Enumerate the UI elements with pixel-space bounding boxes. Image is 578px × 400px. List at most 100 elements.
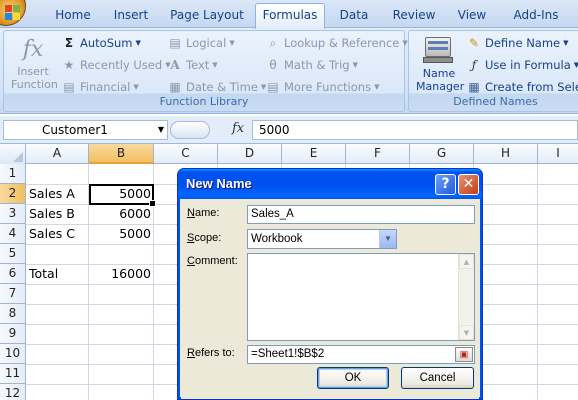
column-header-g[interactable]: G: [410, 144, 474, 164]
name-manager-button[interactable]: Name Manager: [413, 35, 465, 93]
calendar-icon: ▦: [169, 80, 181, 94]
comment-scrollbar[interactable]: ▲ ▼: [458, 254, 474, 340]
row-header-11[interactable]: 11: [0, 364, 26, 384]
comment-label: Comment:: [187, 255, 238, 267]
row-header-10[interactable]: 10: [0, 344, 26, 364]
cell-b3[interactable]: 6000: [89, 204, 151, 224]
lookup-icon: ⌕: [269, 36, 277, 50]
tab-page-layout[interactable]: Page Layout: [167, 6, 247, 28]
formula-buttons[interactable]: [170, 121, 210, 139]
use-in-formula-label: Use in Formula: [485, 58, 571, 72]
help-icon[interactable]: ?: [435, 174, 456, 195]
row-header-5[interactable]: 5: [0, 244, 26, 264]
row-header-4[interactable]: 4: [0, 224, 26, 244]
chevron-down-icon[interactable]: ▼: [379, 230, 396, 248]
office-button[interactable]: [0, 0, 26, 26]
formula-input[interactable]: 5000: [252, 120, 578, 140]
tab-review[interactable]: Review: [388, 6, 440, 28]
column-header-e[interactable]: E: [282, 144, 346, 164]
cell-a2[interactable]: Sales A: [29, 184, 75, 204]
select-all-button[interactable]: [0, 144, 26, 164]
row-header-3[interactable]: 3: [0, 204, 26, 224]
dropdown-arrow-icon: ▼: [573, 61, 578, 69]
cancel-button[interactable]: Cancel: [401, 367, 474, 389]
date-time-button[interactable]: ▦ Date & Time ▼: [168, 77, 266, 97]
define-name-label: Define Name: [485, 36, 561, 50]
refers-to-value: =Sheet1!$B$2: [251, 348, 325, 360]
define-name-button[interactable]: ✎ Define Name ▼: [467, 33, 569, 53]
logical-label: Logical: [186, 36, 227, 50]
scroll-down-icon[interactable]: ▼: [459, 325, 474, 340]
insert-function-icon[interactable]: fx: [232, 121, 244, 136]
active-cell-selection: [89, 184, 156, 207]
logical-button[interactable]: ▤ Logical ▼: [168, 33, 235, 53]
refers-to-input[interactable]: =Sheet1!$B$2 ▣: [247, 345, 475, 364]
financial-button[interactable]: ▤ Financial ▼: [62, 77, 138, 97]
defined-names-group: Name Manager ✎ Define Name ▼ ƒ Use in Fo…: [408, 30, 578, 112]
text-label: Text: [186, 58, 210, 72]
tab-formulas[interactable]: Formulas: [255, 3, 325, 29]
name-manager-label: Name Manager: [416, 67, 465, 93]
scroll-up-icon[interactable]: ▲: [459, 254, 474, 269]
scope-select[interactable]: Workbook ▼: [247, 229, 397, 249]
column-header-f[interactable]: F: [346, 144, 410, 164]
use-in-formula-button[interactable]: ƒ Use in Formula ▼: [467, 55, 578, 75]
row-header-12[interactable]: 12: [0, 384, 26, 400]
tab-insert[interactable]: Insert: [107, 6, 155, 28]
row-header-6[interactable]: 6: [0, 264, 26, 284]
row-header-2[interactable]: 2: [0, 184, 26, 204]
comment-textarea[interactable]: ▲ ▼: [247, 253, 475, 341]
tag-icon: ✎: [468, 36, 480, 50]
column-headers: A B C D E F G H I: [0, 144, 578, 164]
column-header-i[interactable]: I: [538, 144, 578, 164]
close-icon[interactable]: ✕: [458, 174, 479, 195]
column-header-d[interactable]: D: [218, 144, 282, 164]
dropdown-arrow-icon: ▼: [352, 61, 358, 69]
collapse-dialog-icon[interactable]: ▣: [455, 347, 473, 362]
name-input[interactable]: Sales_A: [247, 205, 475, 224]
grid-icon: ▦: [468, 80, 480, 94]
column-header-h[interactable]: H: [474, 144, 538, 164]
dropdown-arrow-icon[interactable]: ▼: [158, 121, 164, 139]
column-header-c[interactable]: C: [154, 144, 218, 164]
dropdown-arrow-icon: ▼: [212, 61, 218, 69]
cell-a4[interactable]: Sales C: [29, 224, 75, 244]
recently-used-button[interactable]: ★ Recently Used ▼: [62, 55, 171, 75]
ribbon-tab-bar: Home Insert Page Layout Formulas Data Re…: [0, 0, 578, 29]
fx-icon: fx: [22, 37, 44, 62]
row-header-1[interactable]: 1: [0, 164, 26, 184]
cell-a3[interactable]: Sales B: [29, 204, 75, 224]
tab-data[interactable]: Data: [332, 6, 376, 28]
create-from-selection-button[interactable]: ▦ Create from Select: [467, 77, 578, 97]
star-book-icon: ★: [63, 58, 75, 72]
text-button[interactable]: A Text ▼: [168, 55, 218, 75]
math-trig-button[interactable]: θ Math & Trig ▼: [266, 55, 358, 75]
column-header-a[interactable]: A: [26, 144, 89, 164]
more-functions-button[interactable]: ▤ More Functions ▼: [266, 77, 379, 97]
row-header-8[interactable]: 8: [0, 304, 26, 324]
autosum-button[interactable]: Σ AutoSum ▼: [62, 33, 141, 53]
book-icon: ▤: [63, 80, 75, 94]
dropdown-arrow-icon: ▼: [135, 39, 141, 47]
function-library-label: Function Library: [159, 95, 249, 108]
row-header-9[interactable]: 9: [0, 324, 26, 344]
book-icon: ▤: [169, 36, 181, 50]
tab-add-ins[interactable]: Add-Ins: [506, 6, 566, 28]
tab-view[interactable]: View: [452, 6, 492, 28]
fx-icon: ƒ: [471, 58, 477, 72]
lookup-reference-button[interactable]: ⌕ Lookup & Reference ▼: [266, 33, 408, 53]
ok-button[interactable]: OK: [317, 367, 389, 389]
dropdown-arrow-icon: ▼: [229, 39, 235, 47]
math-trig-label: Math & Trig: [284, 58, 350, 72]
date-time-label: Date & Time: [186, 80, 258, 94]
cell-b6[interactable]: 16000: [89, 264, 151, 284]
column-header-b[interactable]: B: [89, 144, 154, 164]
cell-b4[interactable]: 5000: [89, 224, 151, 244]
formula-bar: Customer1 ▼ fx 5000: [0, 116, 578, 144]
tab-home[interactable]: Home: [50, 6, 96, 28]
dialog-title-bar[interactable]: New Name ? ✕: [178, 169, 482, 199]
row-header-7[interactable]: 7: [0, 284, 26, 304]
insert-function-button[interactable]: fx Insert Function: [7, 35, 59, 91]
name-box[interactable]: Customer1 ▼: [3, 120, 168, 140]
cell-a6[interactable]: Total: [29, 264, 58, 284]
